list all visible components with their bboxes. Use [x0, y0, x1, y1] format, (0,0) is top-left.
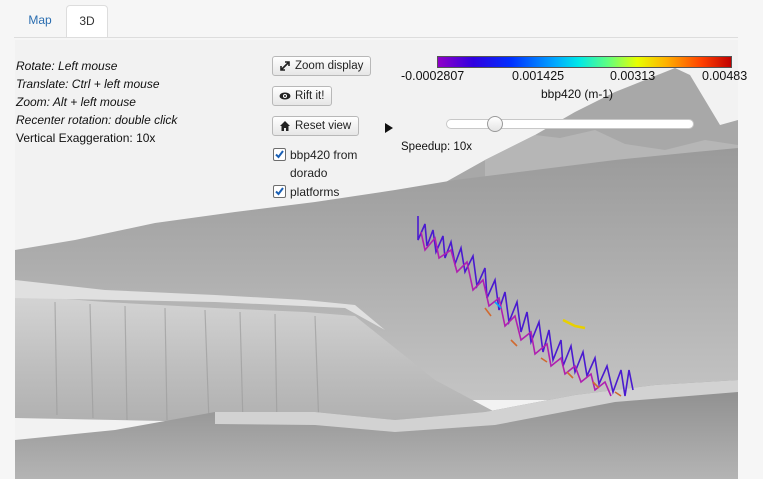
colorbar-tick-min: -0.0002807 — [401, 69, 465, 83]
rift-button[interactable]: Rift it! — [272, 86, 333, 106]
play-icon[interactable] — [385, 123, 393, 133]
checkbox-platforms[interactable] — [273, 185, 286, 198]
layer-platforms-label: platforms — [290, 185, 340, 199]
layer-bbp420-label-1: bbp420 from — [290, 148, 358, 162]
vertical-exaggeration: Vertical Exaggeration: 10x — [16, 131, 156, 145]
resize-arrows-icon — [279, 60, 291, 72]
home-icon — [279, 120, 291, 132]
colorbar-tick-2: 0.001425 — [512, 69, 565, 83]
checkmark-icon — [275, 150, 284, 159]
colorbar — [437, 56, 732, 68]
layer-bbp420-checkbox[interactable]: bbp420 from dorado — [273, 146, 357, 182]
tab-bar: Map 3D — [0, 0, 763, 38]
tab-divider — [14, 37, 738, 38]
layer-bbp420-label-2: dorado — [290, 166, 328, 180]
zoom-display-label: Zoom display — [295, 60, 364, 72]
reset-view-button[interactable]: Reset view — [272, 116, 360, 136]
colorbar-tick-3: 0.00313 — [610, 69, 656, 83]
reset-view-label: Reset view — [295, 120, 352, 132]
tab-map[interactable]: Map — [16, 5, 64, 37]
time-slider[interactable] — [446, 119, 694, 129]
layer-platforms-checkbox[interactable]: platforms — [273, 183, 339, 201]
help-zoom: Zoom: Alt + left mouse — [16, 95, 136, 109]
rift-label: Rift it! — [295, 90, 325, 102]
zoom-display-button[interactable]: Zoom display — [272, 56, 372, 76]
help-recenter: Recenter rotation: double click — [16, 113, 178, 127]
checkbox-bbp420[interactable] — [273, 148, 286, 161]
checkmark-icon — [275, 187, 284, 196]
navigation-help: Rotate: Left mouse Translate: Ctrl + lef… — [16, 57, 177, 147]
time-slider-handle[interactable] — [487, 116, 503, 132]
help-translate: Translate: Ctrl + left mouse — [16, 77, 160, 91]
colorbar-label: bbp420 (m-1) — [541, 87, 614, 101]
colorbar-tick-max: 0.00483 — [702, 69, 748, 83]
speedup-label: Speedup: 10x — [401, 141, 472, 153]
help-rotate: Rotate: Left mouse — [16, 59, 118, 73]
eye-icon — [279, 90, 291, 102]
tab-3d[interactable]: 3D — [66, 5, 108, 38]
